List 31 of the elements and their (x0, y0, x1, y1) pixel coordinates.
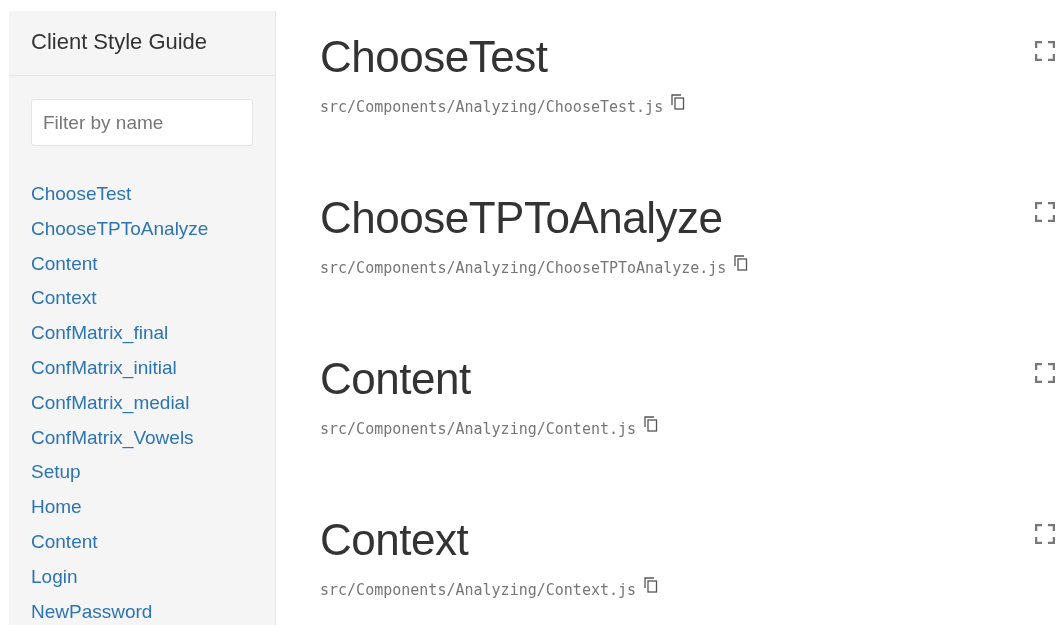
component-heading: Context (320, 514, 470, 566)
file-path: src/Components/Analyzing/ChooseTest.js (320, 98, 664, 116)
sidebar-link[interactable]: ConfMatrix_medial (31, 385, 190, 421)
component-heading: ChooseTest (320, 31, 549, 83)
sidebar-link[interactable]: ConfMatrix_initial (31, 351, 177, 386)
sidebar-link[interactable]: Login (31, 559, 78, 595)
filter-field[interactable]: Filter by name (31, 99, 253, 146)
sidebar-link[interactable]: ChooseTPToAnalyze (31, 211, 209, 247)
copy-icon[interactable] (644, 416, 659, 432)
copy-icon[interactable] (734, 255, 749, 271)
sidebar-link[interactable]: Context (31, 281, 97, 317)
component-heading: ChooseTPToAnalyze (320, 192, 724, 244)
fullscreen-icon[interactable] (1035, 202, 1055, 222)
copy-icon[interactable] (671, 94, 686, 110)
sidebar-link[interactable]: Home (31, 490, 82, 525)
sidebar-link[interactable]: Setup (31, 455, 81, 491)
sidebar-link[interactable]: ConfMatrix_Vowels (31, 420, 194, 456)
file-path: src/Components/Analyzing/ChooseTPToAnalyze.js (320, 259, 727, 277)
sidebar-link[interactable]: ConfMatrix_final (31, 316, 169, 351)
fullscreen-icon[interactable] (1035, 363, 1055, 383)
sidebar-title: Client Style Guide (31, 29, 209, 55)
sidebar-link[interactable]: Content (31, 524, 98, 560)
copy-icon[interactable] (644, 577, 659, 593)
fullscreen-icon[interactable] (1035, 41, 1055, 61)
fullscreen-icon[interactable] (1035, 524, 1055, 544)
component-heading: Content (320, 353, 472, 405)
sidebar-link[interactable]: ChooseTest (31, 177, 132, 212)
sidebar-link[interactable]: NewPassword (31, 594, 153, 625)
file-path: src/Components/Analyzing/Context.js (320, 581, 637, 599)
file-path: src/Components/Analyzing/Content.js (320, 420, 637, 438)
sidebar-link[interactable]: Content (31, 246, 98, 282)
